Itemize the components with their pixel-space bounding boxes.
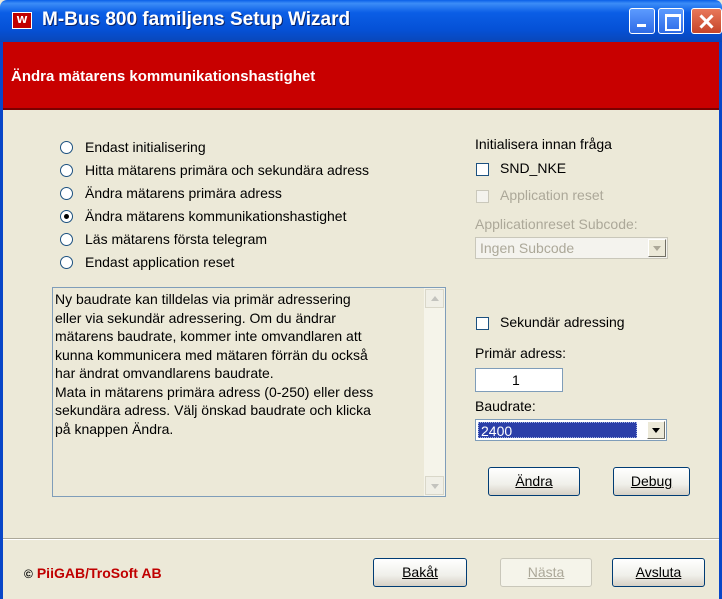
chevron-up-icon	[431, 296, 439, 301]
next-button: Nästa	[500, 558, 592, 587]
footer-brand: PiiGAB	[36, 565, 86, 581]
quit-button-label: Avsluta	[635, 564, 682, 580]
secondary-addressing-checkbox[interactable]	[476, 317, 489, 330]
info-line: mätarens baudrate, kommer inte omvandlar…	[55, 328, 362, 344]
primary-address-label: Primär adress:	[475, 345, 567, 361]
radio-button[interactable]	[60, 140, 73, 154]
chevron-down-icon	[431, 484, 439, 489]
radio-button[interactable]	[60, 209, 73, 223]
info-line: kunna kommunicera med mätaren förrän du …	[55, 346, 368, 363]
close-button[interactable]	[691, 8, 722, 34]
debug-button-label: Debug	[630, 473, 673, 489]
baudrate-value: 2400	[481, 423, 513, 439]
baudrate-select[interactable]: 2400	[475, 419, 667, 441]
scroll-up-button[interactable]	[425, 289, 444, 308]
info-line: på knappen Ändra.	[55, 420, 174, 437]
radio-option-read-telegram[interactable]: Läs mätarens första telegram	[60, 229, 267, 249]
footer-copyright: © PiiGAB/TroSoft AB	[24, 565, 162, 581]
vertical-scrollbar[interactable]	[424, 288, 445, 496]
subcode-select: Ingen Subcode	[475, 237, 668, 259]
radio-option-find-address[interactable]: Hitta mätarens primära och sekundära adr…	[60, 160, 369, 180]
next-button-label: Nästa	[527, 564, 565, 580]
chevron-down-icon	[653, 246, 661, 251]
radio-button[interactable]	[60, 232, 73, 246]
radio-button[interactable]	[60, 163, 73, 177]
radio-button[interactable]	[60, 255, 73, 269]
info-line: Ny baudrate kan tilldelas via primär adr…	[55, 291, 351, 307]
quit-button[interactable]: Avsluta	[612, 558, 705, 587]
info-line: har ändrat omvandlarens baudrate.	[55, 365, 274, 381]
page-title: Ändra mätarens kommunikationshastighet	[11, 68, 316, 85]
subcode-value: Ingen Subcode	[480, 240, 575, 256]
minimize-button[interactable]	[629, 8, 655, 34]
maximize-button[interactable]	[658, 8, 684, 34]
init-heading: Initialisera innan fråga	[475, 136, 612, 152]
copyright-symbol: ©	[24, 567, 33, 581]
window-title: M-Bus 800 familjens Setup Wizard	[42, 9, 351, 30]
app-reset-label: Application reset	[500, 187, 604, 203]
info-line: sekundära adress. Välj önskad baudrate o…	[55, 402, 371, 418]
baudrate-label: Baudrate:	[475, 398, 536, 414]
snd-nke-checkbox[interactable]	[476, 163, 489, 176]
radio-option-change-primary[interactable]: Ändra mätarens primära adress	[60, 183, 282, 203]
change-button[interactable]: Ändra	[488, 467, 580, 496]
change-button-label: Ändra	[515, 473, 553, 489]
app-icon: W	[12, 12, 32, 29]
app-reset-checkbox	[476, 190, 489, 203]
info-line: Mata in mätarens primära adress (0-250) …	[55, 383, 374, 400]
info-text: Ny baudrate kan tilldelas via primär adr…	[55, 290, 423, 438]
header-banner: Ändra mätarens kommunikationshastighet	[3, 42, 719, 110]
footer-divider	[3, 538, 719, 540]
radio-label: Ändra mätarens kommunikationshastighet	[85, 208, 347, 224]
footer-company: /TroSoft AB	[85, 565, 162, 581]
subcode-label: Applicationreset Subcode:	[475, 216, 638, 232]
chevron-down-icon	[652, 428, 660, 433]
snd-nke-label: SND_NKE	[500, 160, 567, 176]
debug-button[interactable]: Debug	[613, 467, 690, 496]
primary-address-value: 1	[512, 372, 520, 388]
radio-button[interactable]	[60, 186, 73, 200]
scroll-down-button[interactable]	[425, 476, 444, 495]
radio-label: Endast initialisering	[85, 139, 206, 155]
dropdown-button[interactable]	[647, 421, 665, 439]
baudrate-selection: 2400	[478, 422, 637, 439]
radio-option-init-only[interactable]: Endast initialisering	[60, 137, 206, 157]
radio-label: Läs mätarens första telegram	[85, 231, 268, 247]
back-button[interactable]: Bakåt	[373, 558, 467, 587]
primary-address-input[interactable]: 1	[475, 368, 563, 392]
info-textbox[interactable]: Ny baudrate kan tilldelas via primär adr…	[52, 287, 446, 497]
back-button-label: Bakåt	[402, 564, 438, 580]
radio-label: Hitta mätarens primära och sekundära adr…	[85, 162, 370, 178]
title-bar: W M-Bus 800 familjens Setup Wizard	[0, 0, 722, 42]
radio-label: Endast application reset	[85, 254, 235, 270]
radio-option-app-reset[interactable]: Endast application reset	[60, 252, 234, 272]
radio-option-change-baudrate[interactable]: Ändra mätarens kommunikationshastighet	[60, 206, 346, 226]
radio-label: Ändra mätarens primära adress	[85, 185, 282, 201]
dropdown-button	[648, 239, 666, 257]
secondary-addressing-label: Sekundär adressing	[500, 314, 625, 330]
info-line: eller via sekundär adressering. Om du än…	[55, 309, 336, 326]
